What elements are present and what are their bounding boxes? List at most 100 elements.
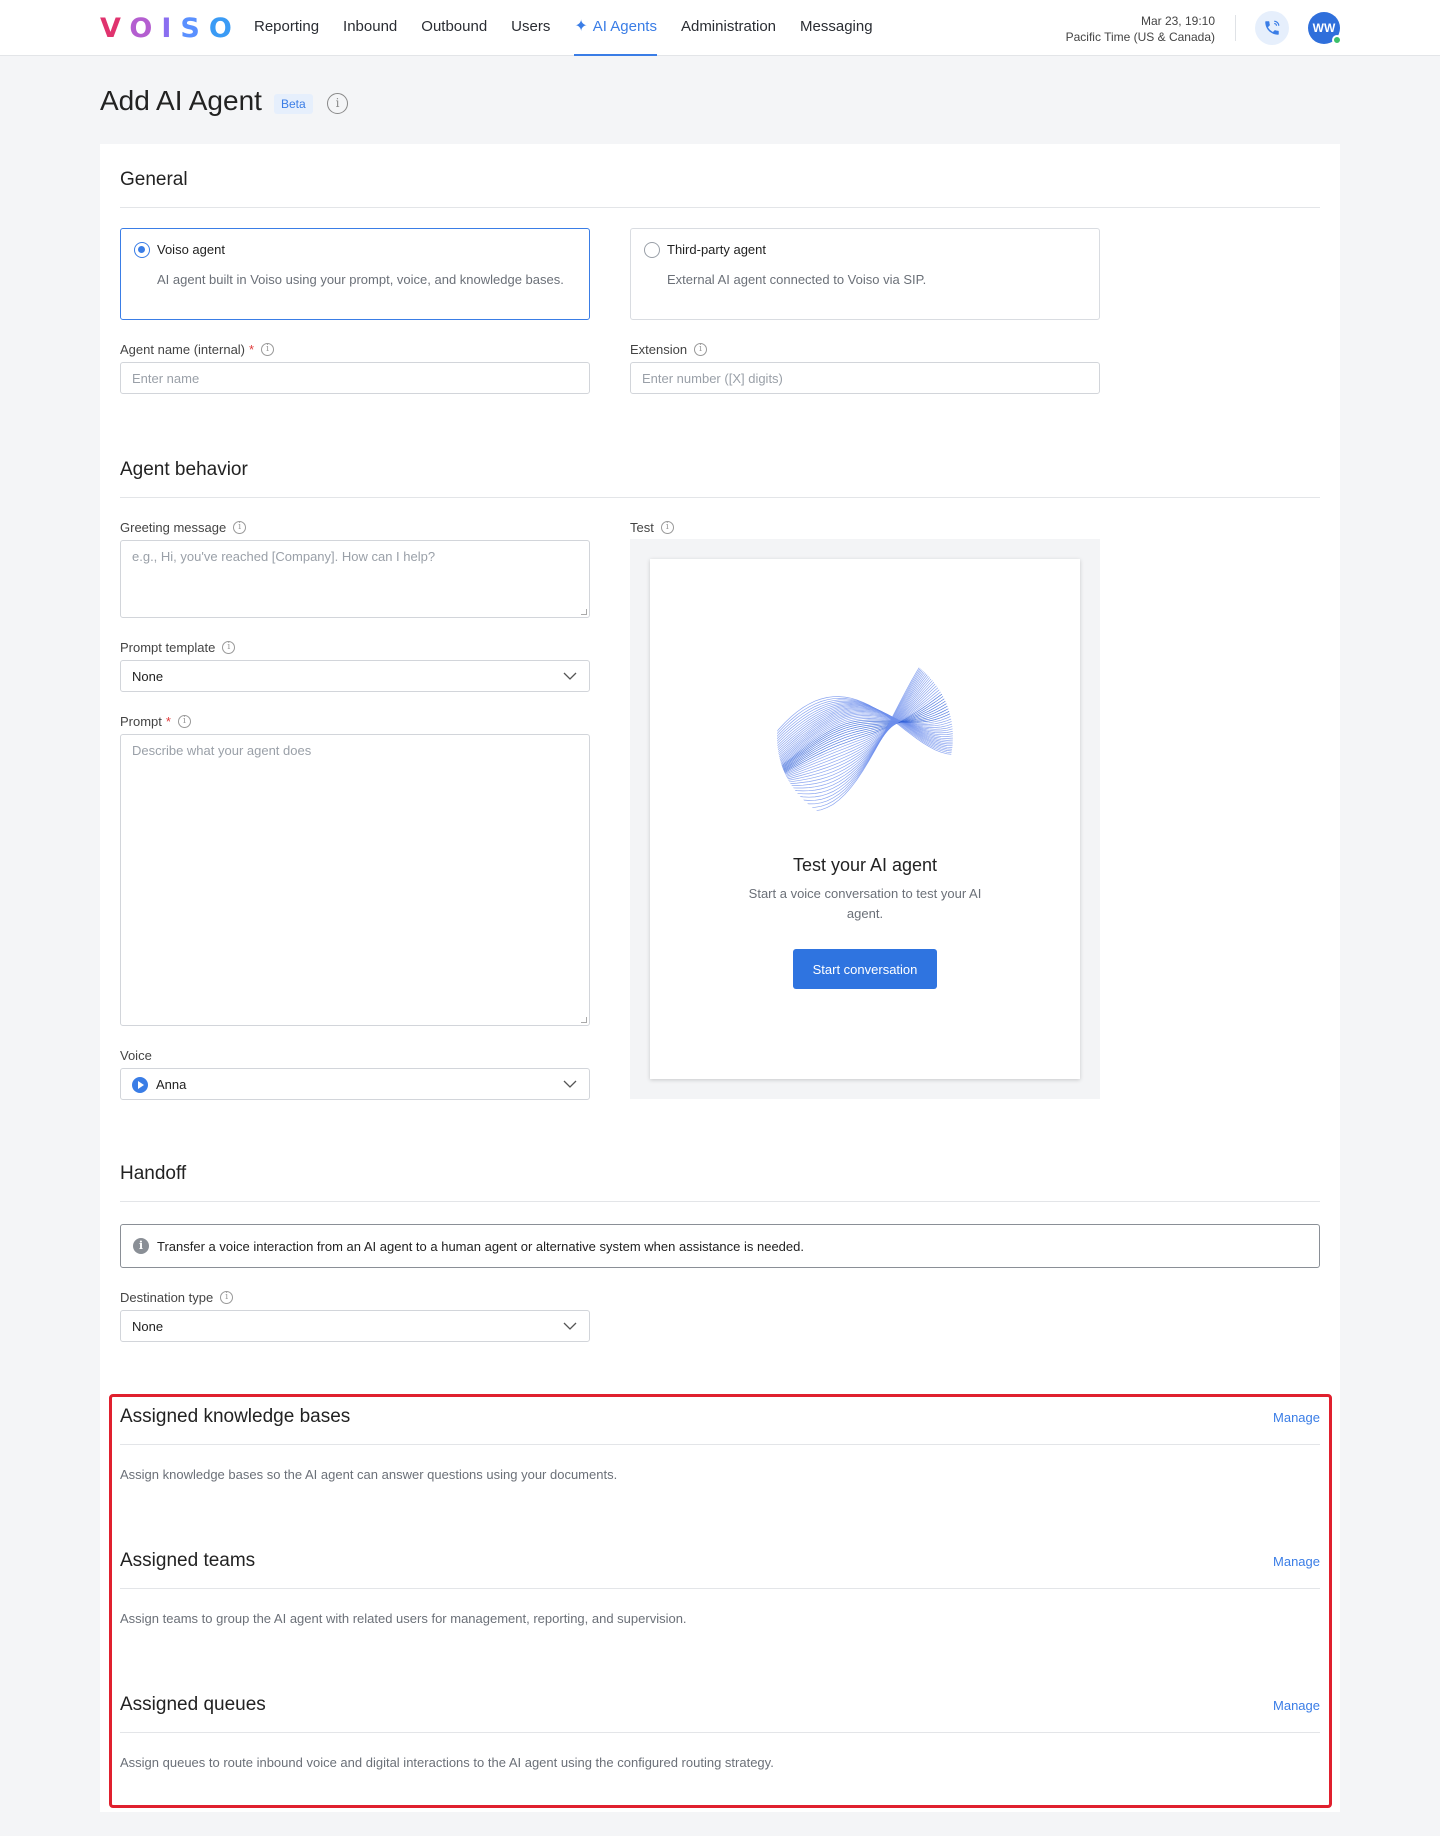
- top-navigation-bar: VOISO Reporting Inbound Outbound Users ✦…: [0, 0, 1440, 56]
- option-voiso-agent[interactable]: Voiso agent AI agent built in Voiso usin…: [120, 228, 590, 320]
- softphone-button[interactable]: [1255, 11, 1289, 45]
- voice-select[interactable]: Anna: [120, 1068, 590, 1100]
- label-text: Prompt template: [120, 640, 216, 655]
- main-nav: Reporting Inbound Outbound Users ✦ AI Age…: [254, 0, 897, 56]
- agent-name-input[interactable]: Enter name: [120, 362, 590, 394]
- logo-letter: V: [100, 13, 130, 44]
- extension-label: Extension i: [630, 342, 708, 357]
- label-text: Destination type: [120, 1290, 214, 1305]
- sparkle-icon: ✦: [574, 18, 588, 35]
- nav-label: Outbound: [421, 18, 488, 35]
- page-title: Add AI Agent: [100, 85, 262, 116]
- test-label: Test i: [630, 520, 674, 535]
- label-text: Extension: [630, 342, 688, 357]
- radio-button[interactable]: [134, 242, 150, 258]
- prompt-template-select[interactable]: None: [120, 660, 590, 692]
- nav-item-reporting[interactable]: Reporting: [254, 0, 319, 56]
- user-avatar[interactable]: WW: [1308, 12, 1342, 45]
- label-text: Agent name (internal): [120, 342, 246, 357]
- prompt-label: Prompt * i: [120, 714, 191, 729]
- nav-item-inbound[interactable]: Inbound: [343, 0, 397, 56]
- logo-letter: O: [208, 13, 241, 44]
- test-title: Test your AI agent: [792, 855, 938, 875]
- input-placeholder: Enter name: [132, 371, 200, 386]
- select-value: Anna: [156, 1077, 187, 1092]
- highlight-box: [109, 1394, 1332, 1808]
- chevron-down-icon: [563, 1322, 577, 1330]
- label-text: Prompt: [120, 714, 162, 729]
- start-conversation-button[interactable]: Start conversation: [793, 949, 937, 989]
- select-value: None: [132, 1319, 164, 1334]
- logo-letter: O: [129, 13, 162, 44]
- nav-label: AI Agents: [592, 18, 657, 35]
- label-text: Greeting message: [120, 520, 227, 535]
- option-description: AI agent built in Voiso using your promp…: [157, 272, 564, 287]
- info-icon[interactable]: i: [220, 1291, 234, 1304]
- datetime-display: Mar 23, 19:10 Pacific Time (US & Canada): [1066, 13, 1215, 45]
- avatar-initials: WW: [1312, 21, 1336, 35]
- greeting-label: Greeting message i: [120, 520, 247, 535]
- phone-icon: [1265, 20, 1280, 35]
- play-icon[interactable]: [132, 1077, 148, 1093]
- label-text: Test: [630, 520, 654, 535]
- divider: [120, 1201, 1320, 1202]
- divider: [120, 207, 1320, 208]
- nav-item-ai-agents[interactable]: ✦ AI Agents: [574, 0, 657, 56]
- info-icon[interactable]: i: [327, 93, 348, 114]
- info-icon: i: [133, 1238, 149, 1254]
- prompt-template-label: Prompt template i: [120, 640, 236, 655]
- online-status-dot: [1332, 35, 1342, 45]
- label-text: Voice: [120, 1048, 152, 1063]
- nav-label: Inbound: [343, 18, 398, 35]
- option-description: External AI agent connected to Voiso via…: [667, 272, 927, 287]
- section-title-handoff: Handoff: [120, 1163, 187, 1184]
- select-value: None: [132, 669, 164, 684]
- test-description: Start a voice conversation to test your …: [748, 886, 982, 921]
- info-icon[interactable]: i: [660, 521, 674, 534]
- resize-handle[interactable]: [581, 1017, 587, 1023]
- test-agent-card: Test your AI agent Start a voice convers…: [650, 559, 1080, 1079]
- section-title-agent-behavior: Agent behavior: [120, 459, 248, 480]
- textarea-placeholder: e.g., Hi, you've reached [Company]. How …: [132, 549, 436, 564]
- option-label: Third-party agent: [667, 242, 766, 257]
- current-datetime: Mar 23, 19:10: [1140, 14, 1215, 28]
- chevron-down-icon: [563, 672, 577, 680]
- input-placeholder: Enter number ([X] digits): [642, 371, 783, 386]
- prompt-textarea[interactable]: Describe what your agent does: [120, 734, 590, 1026]
- nav-item-outbound[interactable]: Outbound: [421, 0, 487, 56]
- nav-label: Users: [511, 18, 551, 35]
- nav-item-messaging[interactable]: Messaging: [800, 0, 873, 56]
- section-title-general: General: [120, 169, 188, 190]
- resize-handle[interactable]: [581, 609, 587, 615]
- chevron-down-icon: [563, 1080, 577, 1088]
- radio-button[interactable]: [644, 242, 660, 258]
- nav-label: Messaging: [800, 18, 873, 35]
- beta-badge: Beta: [274, 94, 313, 114]
- info-icon[interactable]: i: [694, 343, 708, 356]
- divider: [1235, 15, 1236, 41]
- info-icon[interactable]: i: [222, 641, 236, 654]
- destination-type-select[interactable]: None: [120, 1310, 590, 1342]
- option-label: Voiso agent: [157, 242, 225, 257]
- info-icon[interactable]: i: [233, 521, 247, 534]
- nav-label: Reporting: [254, 18, 320, 35]
- required-asterisk: *: [249, 342, 255, 357]
- logo-letter: I: [161, 13, 181, 44]
- agent-name-label: Agent name (internal) * i: [120, 342, 275, 357]
- logo-letter: S: [180, 13, 209, 44]
- destination-type-label: Destination type i: [120, 1290, 234, 1305]
- nav-item-users[interactable]: Users: [511, 0, 550, 56]
- greeting-textarea[interactable]: e.g., Hi, you've reached [Company]. How …: [120, 540, 590, 618]
- voice-wave-orb-image: [777, 649, 953, 812]
- extension-input[interactable]: Enter number ([X] digits): [630, 362, 1100, 394]
- voiso-logo[interactable]: VOISO: [100, 13, 241, 44]
- divider: [120, 497, 1320, 498]
- nav-item-administration[interactable]: Administration: [681, 0, 776, 56]
- banner-text: Transfer a voice interaction from an AI …: [157, 1238, 804, 1254]
- timezone: Pacific Time (US & Canada): [1065, 30, 1215, 44]
- info-icon[interactable]: i: [177, 715, 191, 728]
- option-third-party-agent[interactable]: Third-party agent External AI agent conn…: [630, 228, 1100, 320]
- info-icon[interactable]: i: [261, 343, 275, 356]
- required-asterisk: *: [165, 714, 171, 729]
- textarea-placeholder: Describe what your agent does: [132, 743, 312, 758]
